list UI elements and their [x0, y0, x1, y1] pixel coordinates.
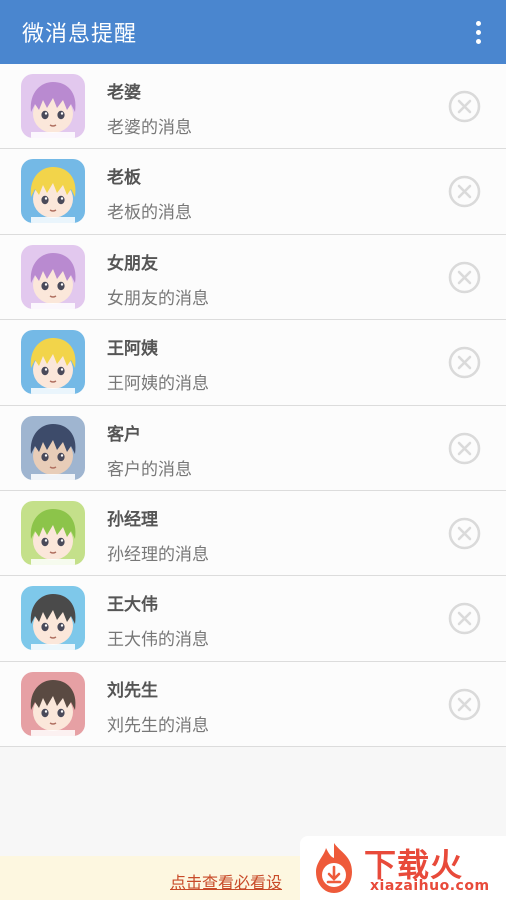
close-circle-icon[interactable] [448, 517, 481, 550]
watermark: 下载火 xiazaihuo.com [300, 836, 506, 900]
list-item[interactable]: 王大伟 王大伟的消息 [0, 576, 506, 662]
avatar-green-hair-icon [21, 500, 85, 565]
close-circle-icon[interactable] [448, 602, 481, 635]
contact-name: 王大伟 [107, 595, 158, 616]
contact-message: 孙经理的消息 [107, 544, 209, 565]
list-item[interactable]: 老婆 老婆的消息 [0, 64, 506, 150]
avatar-yellow-hair-icon [21, 159, 85, 224]
contact-message: 王阿姨的消息 [107, 374, 209, 395]
avatar-yellow-hair-icon [21, 330, 85, 395]
contact-message: 老婆的消息 [107, 118, 192, 138]
contact-name: 王阿姨 [107, 339, 158, 360]
contact-name: 客户 [107, 424, 141, 445]
close-circle-icon[interactable] [448, 90, 481, 123]
avatar-purple-hair-icon [21, 244, 85, 309]
close-circle-icon[interactable] [448, 688, 481, 721]
flame-download-icon [316, 843, 352, 893]
list-item[interactable]: 老板 老板的消息 [0, 149, 506, 235]
avatar-brown-hair-icon [21, 671, 85, 736]
app-bar: 微消息提醒 [0, 0, 506, 64]
avatar-navy-hair-icon [21, 415, 85, 480]
contact-message: 刘先生的消息 [107, 715, 209, 736]
contact-name: 老婆 [107, 83, 141, 103]
close-circle-icon[interactable] [448, 261, 481, 294]
more-vert-icon[interactable] [468, 16, 488, 48]
contact-name: 老板 [107, 168, 141, 189]
contact-message: 女朋友的消息 [107, 288, 209, 309]
app-title: 微消息提醒 [22, 22, 138, 47]
contact-name: 女朋友 [107, 253, 158, 274]
avatar-purple-hair-icon [21, 74, 85, 138]
contact-message: 王大伟的消息 [107, 630, 209, 651]
watermark-url: xiazaihuo.com [370, 878, 490, 894]
contact-name: 刘先生 [107, 680, 158, 701]
avatar-dark-hair-icon [21, 586, 85, 651]
contact-list: 老婆老婆的消息老板老板的消息女朋友女朋友的消息 王阿姨王阿姨的消息 客户客户的消息孙… [0, 64, 506, 748]
settings-guide-link[interactable]: 点击查看必看设 [170, 869, 282, 893]
contact-message: 老板的消息 [107, 203, 192, 224]
list-item[interactable]: 刘先生 刘先生的消息 [0, 661, 506, 748]
close-circle-icon[interactable] [448, 432, 481, 465]
contact-message: 客户的消息 [107, 459, 192, 480]
close-circle-icon[interactable] [448, 346, 481, 379]
list-item[interactable]: 客户 客户的消息 [0, 405, 506, 491]
contact-name: 孙经理 [107, 509, 158, 530]
list-item[interactable]: 孙经理 孙经理的消息 [0, 490, 506, 577]
list-item[interactable]: 王阿姨 王阿姨的消息 [0, 320, 506, 406]
list-item[interactable]: 女朋友 女朋友的消息 [0, 234, 506, 321]
close-circle-icon[interactable] [448, 175, 481, 208]
